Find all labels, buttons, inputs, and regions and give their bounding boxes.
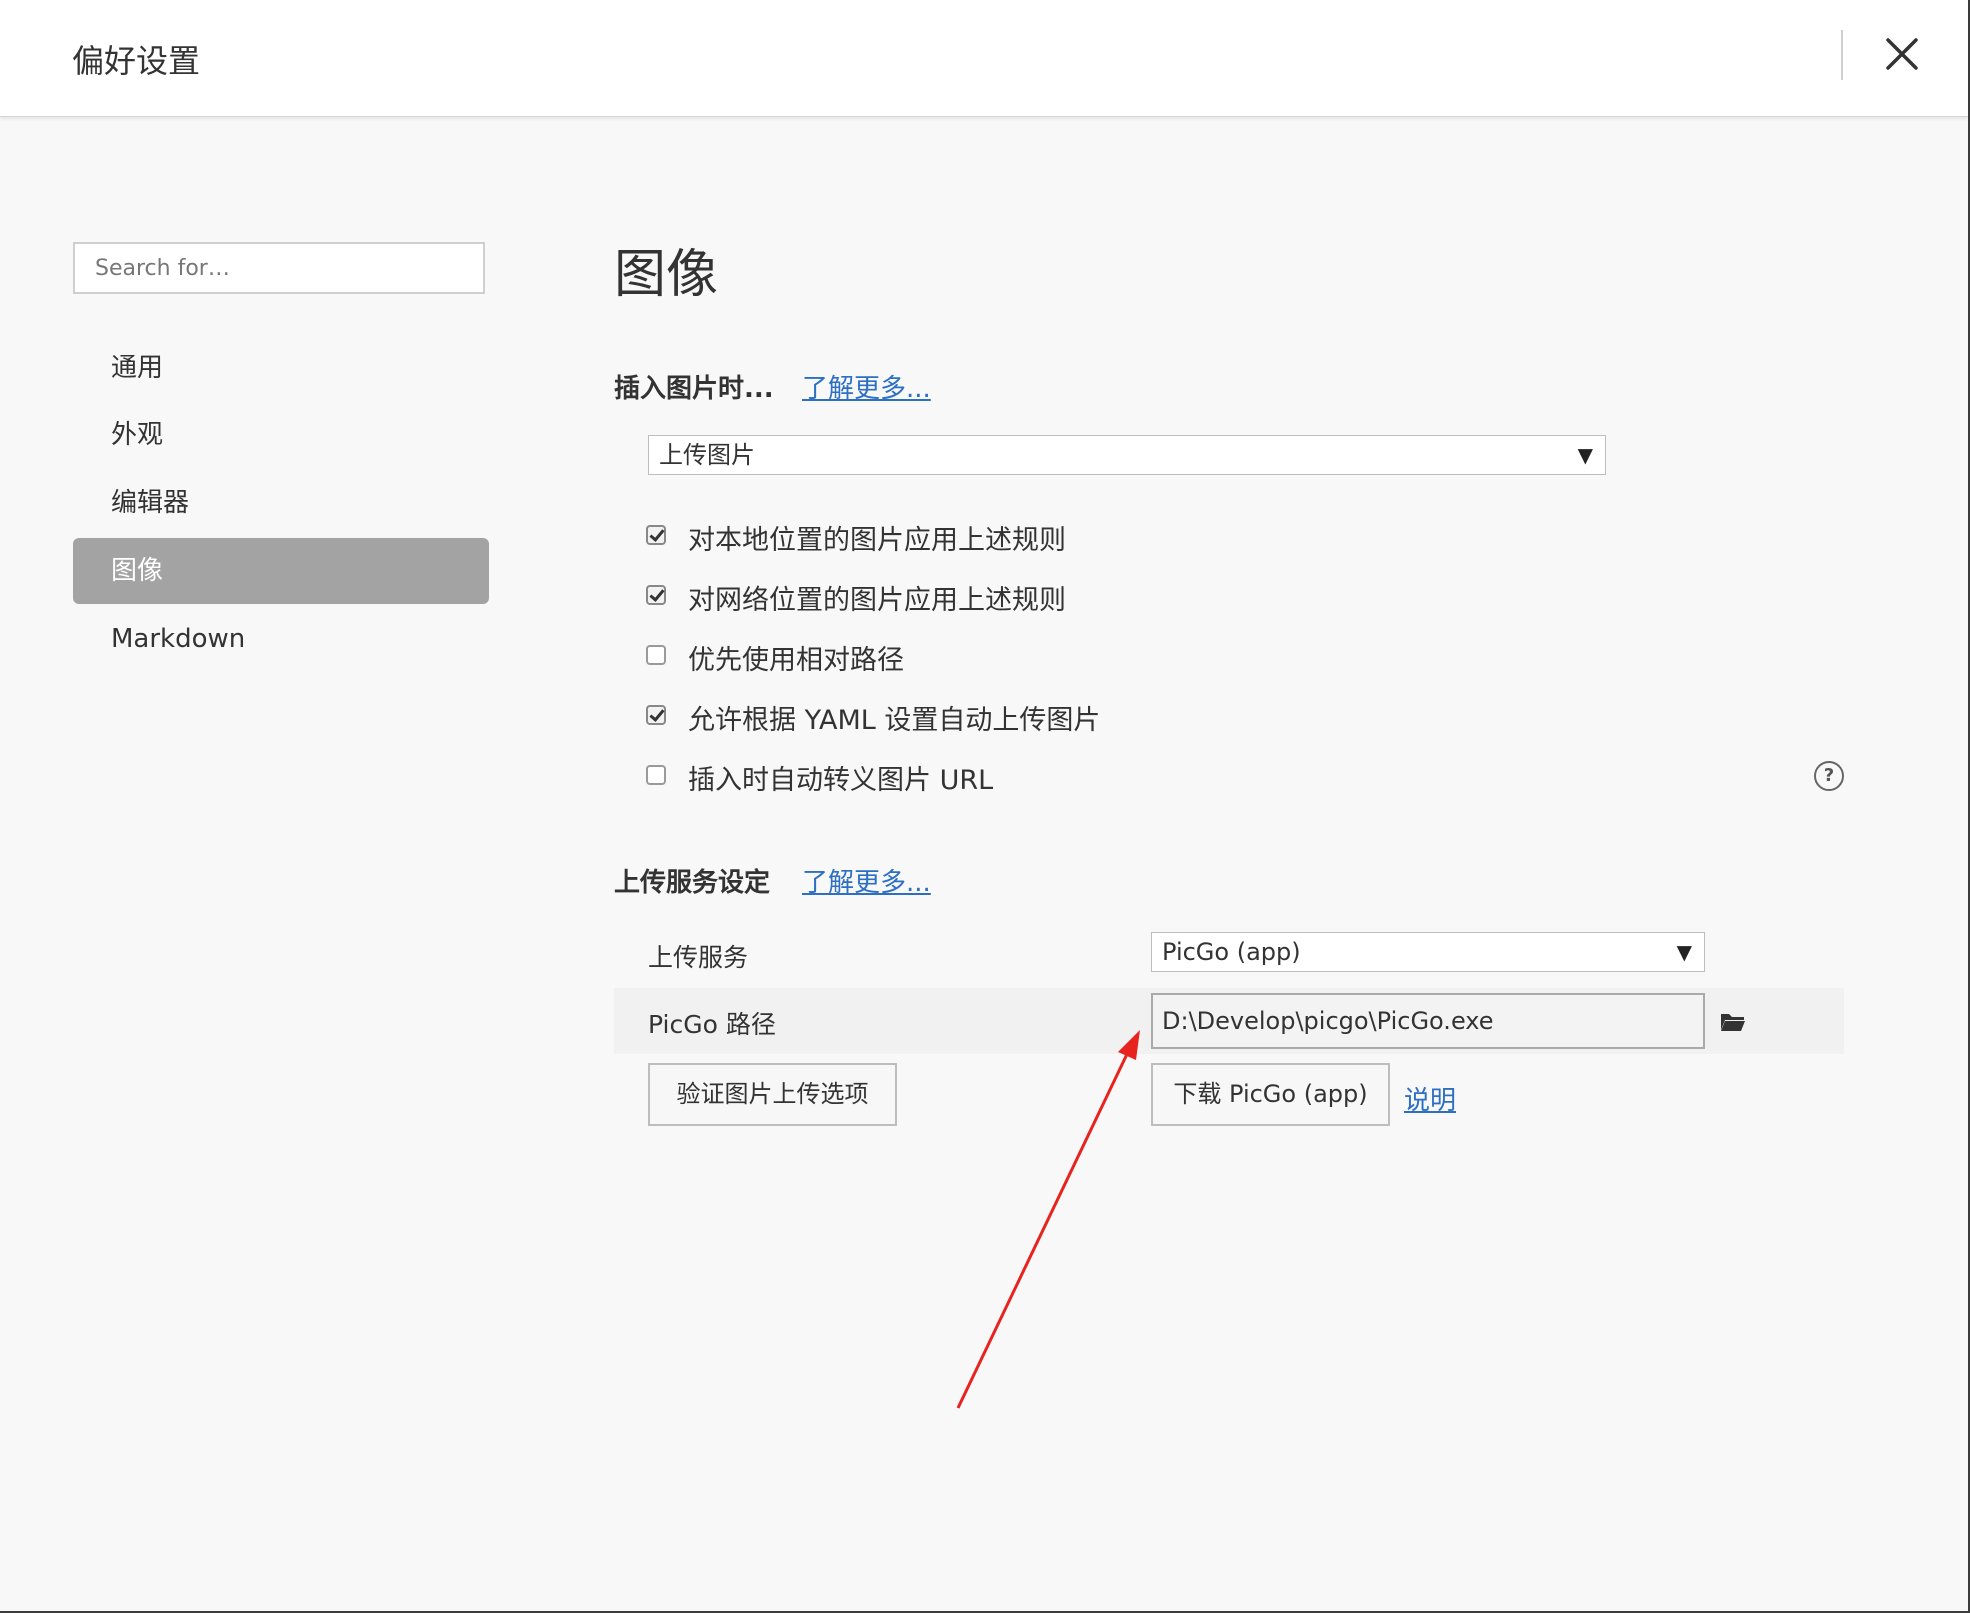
folder-icon[interactable] — [1720, 1010, 1746, 1032]
close-icon — [1886, 38, 1918, 70]
option-label: 允许根据 YAML 设置自动上传图片 — [688, 705, 1101, 736]
dropdown-arrow-icon: ▼ — [1577, 443, 1593, 467]
sidebar-item-label: 编辑器 — [111, 488, 190, 518]
checkbox-apply-network[interactable] — [646, 585, 666, 605]
folder-icon-glyph — [1721, 1014, 1745, 1031]
sidebar-item-label: Markdown — [111, 624, 246, 654]
verify-upload-button[interactable]: 验证图片上传选项 — [648, 1063, 897, 1126]
title-bar: 偏好设置 — [0, 0, 1968, 117]
upload-section-title: 上传服务设定 — [614, 868, 771, 898]
option-label: 插入时自动转义图片 URL — [688, 765, 994, 796]
sidebar-item-editor[interactable]: 编辑器 — [73, 470, 489, 536]
help-icon[interactable]: ? — [1814, 761, 1844, 791]
checkbox-relative-path[interactable] — [646, 645, 666, 665]
option-label: 对网络位置的图片应用上述规则 — [688, 585, 1066, 616]
sidebar-item-general[interactable]: 通用 — [73, 335, 489, 401]
sidebar-item-image[interactable]: 图像 — [73, 538, 489, 604]
preferences-window: 偏好设置 通用 外观 编辑器 图像 Markdown 图像 插入图片时... 了… — [0, 0, 1970, 1613]
window-title: 偏好设置 — [72, 42, 201, 80]
checkbox-apply-local[interactable] — [646, 525, 666, 545]
title-divider — [1841, 30, 1843, 80]
checkbox-yaml-upload[interactable] — [646, 705, 666, 725]
upload-service-value: PicGo (app) — [1162, 938, 1301, 966]
explain-link[interactable]: 说明 — [1404, 1080, 1456, 1117]
upload-service-select[interactable]: PicGo (app) ▼ — [1151, 932, 1705, 972]
upload-service-label: 上传服务 — [648, 943, 749, 972]
download-picgo-button[interactable]: 下载 PicGo (app) — [1151, 1063, 1390, 1126]
checkbox-escape-url[interactable] — [646, 765, 666, 785]
picgo-path-label: PicGo 路径 — [648, 1010, 776, 1039]
insert-action-value: 上传图片 — [659, 441, 755, 469]
sidebar-item-label: 图像 — [111, 556, 164, 586]
option-label: 对本地位置的图片应用上述规则 — [688, 525, 1066, 556]
option-label: 优先使用相对路径 — [688, 645, 904, 676]
search-input[interactable] — [73, 242, 485, 294]
page-title: 图像 — [614, 245, 719, 305]
insert-section-title: 插入图片时... — [614, 374, 774, 404]
sidebar-item-label: 通用 — [111, 353, 164, 383]
close-button[interactable] — [1870, 30, 1930, 84]
dropdown-arrow-icon: ▼ — [1676, 940, 1692, 964]
sidebar-item-appearance[interactable]: 外观 — [73, 402, 489, 468]
sidebar-item-label: 外观 — [111, 420, 164, 450]
insert-learn-more-link[interactable]: 了解更多... — [802, 368, 931, 405]
upload-learn-more-link[interactable]: 了解更多... — [802, 862, 931, 899]
picgo-path-input[interactable] — [1151, 993, 1705, 1049]
sidebar-item-markdown[interactable]: Markdown — [73, 606, 489, 672]
insert-action-select[interactable]: 上传图片 ▼ — [648, 435, 1606, 475]
